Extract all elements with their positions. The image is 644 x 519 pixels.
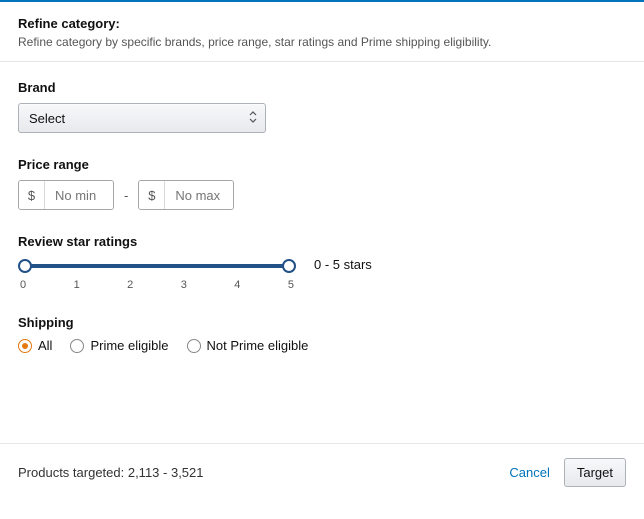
- slider-thumb-min[interactable]: [18, 259, 32, 273]
- slider-rail: [25, 264, 289, 268]
- slider-ticks: 0 1 2 3 4 5: [18, 279, 296, 291]
- price-max-input[interactable]: [165, 181, 233, 209]
- price-min-wrapper: $: [18, 180, 114, 210]
- slider-tick: 4: [234, 279, 240, 291]
- review-readout: 0 - 5 stars: [314, 257, 372, 272]
- price-max-wrapper: $: [138, 180, 234, 210]
- shipping-option-label: Prime eligible: [90, 338, 168, 353]
- currency-icon: $: [139, 181, 165, 209]
- radio-icon: [18, 339, 32, 353]
- brand-select-value: Select: [29, 111, 65, 126]
- panel-title: Refine category:: [18, 16, 626, 31]
- chevron-updown-icon: [249, 111, 257, 126]
- price-row: $ - $: [18, 180, 626, 210]
- brand-select[interactable]: Select: [18, 103, 266, 133]
- panel-body: Brand Select Price range $ -: [0, 62, 644, 353]
- shipping-option-label: Not Prime eligible: [207, 338, 309, 353]
- cancel-button[interactable]: Cancel: [509, 465, 549, 480]
- review-label: Review star ratings: [18, 234, 626, 249]
- slider-tick: 3: [181, 279, 187, 291]
- shipping-options: All Prime eligible Not Prime eligible: [18, 338, 626, 353]
- radio-icon: [70, 339, 84, 353]
- refine-category-panel: Refine category: Refine category by spec…: [0, 0, 644, 505]
- slider-tick: 1: [74, 279, 80, 291]
- review-slider-column: 0 1 2 3 4 5: [18, 257, 296, 291]
- target-button[interactable]: Target: [564, 458, 626, 487]
- shipping-section: Shipping All Prime eligible Not Prime el…: [18, 315, 626, 353]
- slider-tick: 5: [288, 279, 294, 291]
- shipping-option-not-prime[interactable]: Not Prime eligible: [187, 338, 309, 353]
- panel-footer: Products targeted: 2,113 - 3,521 Cancel …: [0, 443, 644, 505]
- review-slider[interactable]: [18, 259, 296, 273]
- panel-header: Refine category: Refine category by spec…: [0, 2, 644, 62]
- price-min-input[interactable]: [45, 181, 113, 209]
- price-label: Price range: [18, 157, 626, 172]
- slider-thumb-max[interactable]: [282, 259, 296, 273]
- shipping-option-prime[interactable]: Prime eligible: [70, 338, 168, 353]
- currency-icon: $: [19, 181, 45, 209]
- shipping-option-label: All: [38, 338, 52, 353]
- price-section: Price range $ - $: [18, 157, 626, 210]
- radio-icon: [187, 339, 201, 353]
- brand-section: Brand Select: [18, 80, 626, 133]
- slider-tick: 2: [127, 279, 133, 291]
- slider-tick: 0: [20, 279, 26, 291]
- products-targeted-text: Products targeted: 2,113 - 3,521: [18, 465, 204, 480]
- footer-actions: Cancel Target: [509, 458, 626, 487]
- panel-description: Refine category by specific brands, pric…: [18, 35, 626, 49]
- review-slider-wrap: 0 1 2 3 4 5 0 - 5 stars: [18, 257, 626, 291]
- shipping-label: Shipping: [18, 315, 626, 330]
- review-section: Review star ratings 0 1 2 3 4 5: [18, 234, 626, 291]
- brand-label: Brand: [18, 80, 626, 95]
- shipping-option-all[interactable]: All: [18, 338, 52, 353]
- price-separator: -: [124, 188, 128, 203]
